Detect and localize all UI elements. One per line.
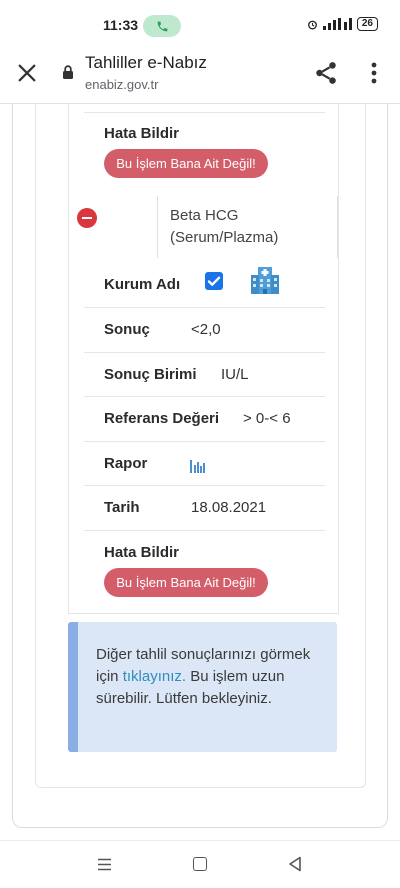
unit-value: IU/L xyxy=(221,366,249,383)
date-value: 18.08.2021 xyxy=(191,499,267,516)
status-icons: 26 xyxy=(306,17,378,31)
more-results-link[interactable]: tıklayınız. xyxy=(123,668,186,685)
unit-label: Sonuç Birimi xyxy=(104,366,197,383)
report-label: Rapor xyxy=(104,455,148,472)
share-icon[interactable] xyxy=(313,60,339,86)
recent-apps-icon[interactable] xyxy=(97,858,112,871)
cell-divider xyxy=(337,196,338,258)
info-alert: Diğer tahlil sonuçlarınızı görmek için t… xyxy=(68,622,337,752)
battery-indicator: 26 xyxy=(356,17,378,31)
result-label: Sonuç xyxy=(104,321,150,338)
signal-icon xyxy=(322,18,352,30)
status-time: 11:33 xyxy=(103,17,139,33)
report-error-label: Hata Bildir xyxy=(104,125,180,142)
row-divider xyxy=(84,307,325,308)
info-text: Diğer tahlil sonuçlarınızı görmek için t… xyxy=(96,644,332,710)
browser-toolbar: Tahliller e-Nabız enabiz.gov.tr xyxy=(0,44,400,104)
more-options-icon[interactable] xyxy=(363,60,385,86)
phone-icon xyxy=(157,21,167,31)
ongoing-call-indicator[interactable] xyxy=(143,15,181,37)
row-divider xyxy=(84,530,325,531)
checkmark-icon xyxy=(207,276,221,286)
back-icon[interactable] xyxy=(288,856,302,872)
reference-value: > 0-< 6 xyxy=(243,410,291,427)
system-navigation-bar xyxy=(0,840,400,888)
row-divider xyxy=(84,441,325,442)
page-content: Hata Bildir Bu İşlem Bana Ait Değil! Bet… xyxy=(0,104,400,840)
collapse-icon[interactable] xyxy=(77,208,97,228)
row-divider xyxy=(84,396,325,397)
institution-checkbox[interactable] xyxy=(205,272,223,290)
not-mine-button[interactable]: Bu İşlem Bana Ait Değil! xyxy=(104,568,268,597)
test-name: Beta HCG (Serum/Plazma) xyxy=(170,207,279,246)
hospital-icon[interactable] xyxy=(249,264,281,296)
cell-divider xyxy=(157,196,158,258)
alarm-icon xyxy=(307,20,317,29)
report-chart-icon[interactable] xyxy=(190,458,207,473)
institution-label: Kurum Adı xyxy=(104,276,181,293)
lock-icon xyxy=(63,65,73,79)
home-icon[interactable] xyxy=(193,857,207,871)
row-divider xyxy=(84,112,325,113)
not-mine-button[interactable]: Bu İşlem Bana Ait Değil! xyxy=(104,149,268,178)
reference-label: Referans Değeri xyxy=(104,410,220,427)
page-title: Tahliller e-Nabız xyxy=(85,53,207,72)
result-value: <2,0 xyxy=(191,321,221,338)
result-table xyxy=(68,104,339,614)
page-url: enabiz.gov.tr xyxy=(85,77,159,92)
close-icon[interactable] xyxy=(16,62,38,84)
row-divider xyxy=(84,352,325,353)
report-error-label: Hata Bildir xyxy=(104,544,180,561)
row-divider xyxy=(84,485,325,486)
date-label: Tarih xyxy=(104,499,140,516)
